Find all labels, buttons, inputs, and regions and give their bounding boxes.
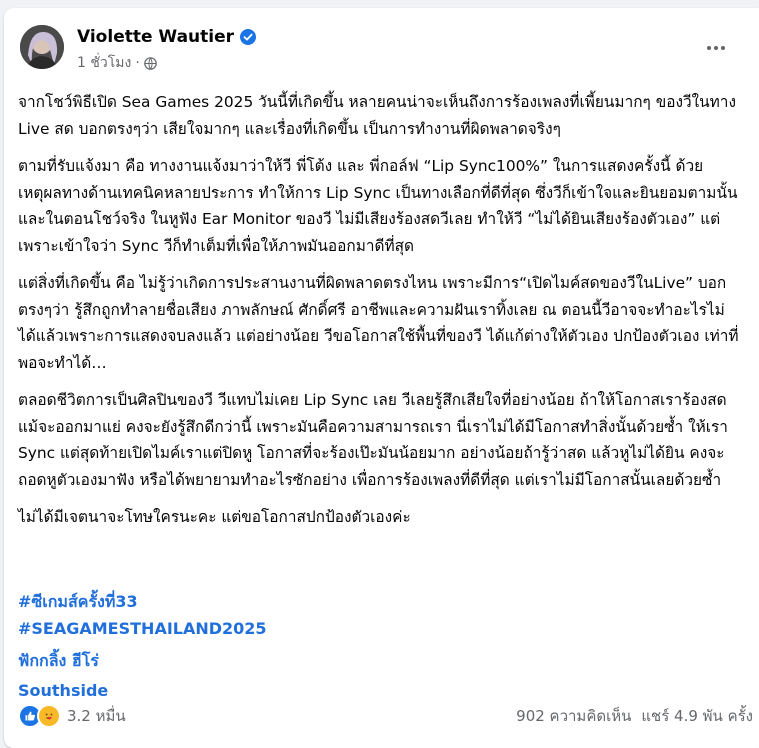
reaction-count: 3.2 หมื่น [67,707,126,725]
post-footer: 3.2 หมื่น 902 ความคิดเห็น แชร์ 4.9 พัน ค… [18,701,753,731]
hashtag-link[interactable]: #SEAGAMESTHAILAND2025 [18,615,267,642]
author-name[interactable]: Violette Wautier [77,27,234,47]
tagged-pages: ฟักกลิ้ง ฮีโร่ Southside [18,646,108,706]
hashtag-link[interactable]: #ซีเกมส์ครั้งที่33 [18,588,267,615]
post-paragraph: ตามที่รับแจ้งมา คือ ทางงานแจ้งมาว่าให้วี… [18,157,738,255]
more-horizontal-icon [707,46,725,50]
post-paragraph: แต่สิ่งที่เกิดขึ้น คือ ไม่รู้ว่าเกิดการป… [18,274,739,372]
meta-separator: · [135,55,140,71]
post-header: Violette Wautier 1 ชั่วโมง · [18,22,747,78]
post-card: Violette Wautier 1 ชั่วโมง · จากโชว์พิธี… [4,8,759,748]
author-avatar[interactable] [20,25,64,69]
verified-badge-icon [240,29,257,45]
author-block: Violette Wautier 1 ชั่วโมง · [77,25,257,74]
post-timestamp[interactable]: 1 ชั่วโมง [77,52,131,74]
care-icon [37,704,61,728]
reaction-icons [18,704,61,728]
comment-count[interactable]: 902 ความคิดเห็น [516,704,631,728]
hashtag-list: #ซีเกมส์ครั้งที่33 #SEAGAMESTHAILAND2025 [18,588,267,642]
tagged-page-link[interactable]: ฟักกลิ้ง ฮีโร่ [18,646,108,676]
reactions-summary[interactable]: 3.2 หมื่น [18,704,126,728]
post-body: จากโชว์พิธีเปิด Sea Games 2025 วันนี้ที่… [18,89,740,542]
more-options-button[interactable] [699,36,733,60]
share-count[interactable]: แชร์ 4.9 พัน ครั้ง [641,704,753,728]
globe-icon[interactable] [143,56,157,70]
post-paragraph: ตลอดชีวิตการเป็นศิลปินของวี วีแทบไม่เคย … [18,391,728,489]
post-paragraph: จากโชว์พิธีเปิด Sea Games 2025 วันนี้ที่… [18,93,736,138]
engagement-stats: 902 ความคิดเห็น แชร์ 4.9 พัน ครั้ง [516,704,753,728]
post-paragraph: ไม่ได้มีเจตนาจะโทษใครนะคะ แต่ขอโอกาสปกป้… [18,508,411,526]
